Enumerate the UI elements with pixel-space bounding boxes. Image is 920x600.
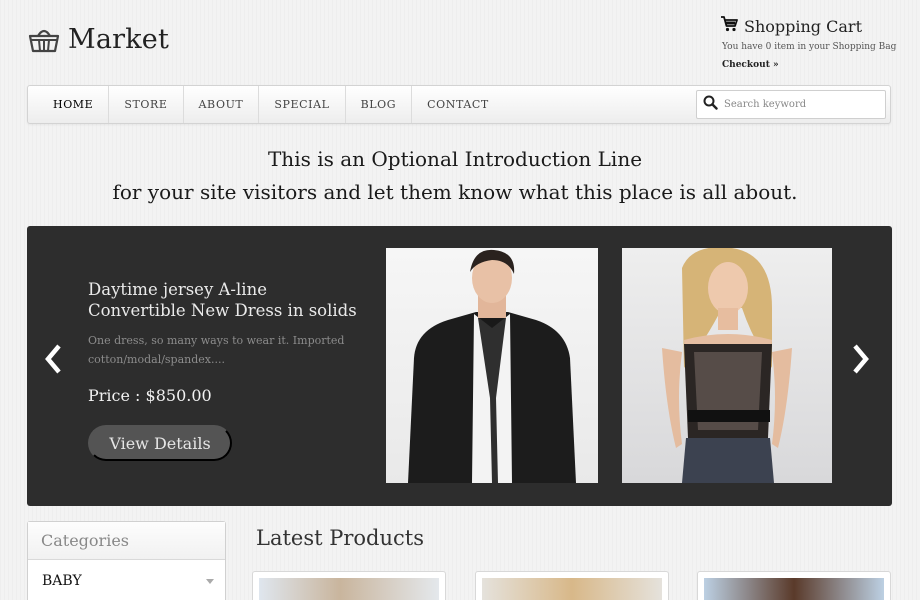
- shopping-cart-link[interactable]: Shopping Cart: [720, 16, 910, 36]
- site-logo[interactable]: Market: [28, 24, 169, 55]
- basket-icon: [28, 26, 60, 54]
- slide-title: Daytime jersey A-line Convertible New Dr…: [88, 280, 357, 320]
- shopping-cart-widget: Shopping Cart You have 0 item in your Sh…: [720, 16, 910, 71]
- nav-item-about[interactable]: ABOUT: [184, 86, 260, 123]
- latest-products-title: Latest Products: [256, 526, 424, 550]
- product-thumbnail[interactable]: [475, 571, 669, 600]
- search-input[interactable]: [724, 99, 874, 110]
- intro-line-1: This is an Optional Introduction Line: [267, 147, 643, 171]
- nav-item-special[interactable]: SPECIAL: [259, 86, 346, 123]
- intro-text: This is an Optional Introduction Line fo…: [0, 143, 910, 209]
- nav-item-blog[interactable]: BLOG: [346, 86, 413, 123]
- intro-line-2: for your site visitors and let them know…: [112, 180, 798, 204]
- product-thumbnail[interactable]: [252, 571, 446, 600]
- product-image-cardigan[interactable]: [386, 248, 598, 483]
- categories-panel: Categories BABY: [27, 521, 226, 600]
- search-box: [696, 90, 886, 119]
- product-thumbnail[interactable]: [697, 571, 891, 600]
- nav-item-store[interactable]: STORE: [109, 86, 184, 123]
- logo-text: Market: [68, 24, 170, 55]
- categories-title: Categories: [28, 522, 225, 560]
- slide-price: Price : $850.00: [88, 386, 212, 405]
- nav-item-home[interactable]: HOME: [38, 86, 110, 123]
- category-item-baby[interactable]: BABY: [28, 560, 225, 600]
- cart-summary: You have 0 item in your Shopping Bag: [722, 42, 897, 52]
- product-image-dress[interactable]: [622, 248, 832, 483]
- featured-slider: Daytime jersey A-line Convertible New Dr…: [27, 226, 892, 506]
- slider-prev-arrow-icon[interactable]: [43, 343, 65, 375]
- cart-title: Shopping Cart: [744, 16, 862, 36]
- category-label: BABY: [42, 573, 82, 589]
- cart-icon: [720, 16, 738, 36]
- main-navigation: HOME STORE ABOUT SPECIAL BLOG CONTACT: [27, 85, 891, 124]
- search-icon[interactable]: [703, 95, 718, 114]
- view-details-button[interactable]: View Details: [88, 425, 232, 461]
- slider-next-arrow-icon[interactable]: [849, 343, 871, 375]
- chevron-down-icon[interactable]: [205, 573, 215, 589]
- checkout-link[interactable]: Checkout »: [722, 60, 779, 70]
- nav-item-contact[interactable]: CONTACT: [412, 86, 504, 123]
- slide-description: One dress, so many ways to wear it. Impo…: [88, 334, 345, 366]
